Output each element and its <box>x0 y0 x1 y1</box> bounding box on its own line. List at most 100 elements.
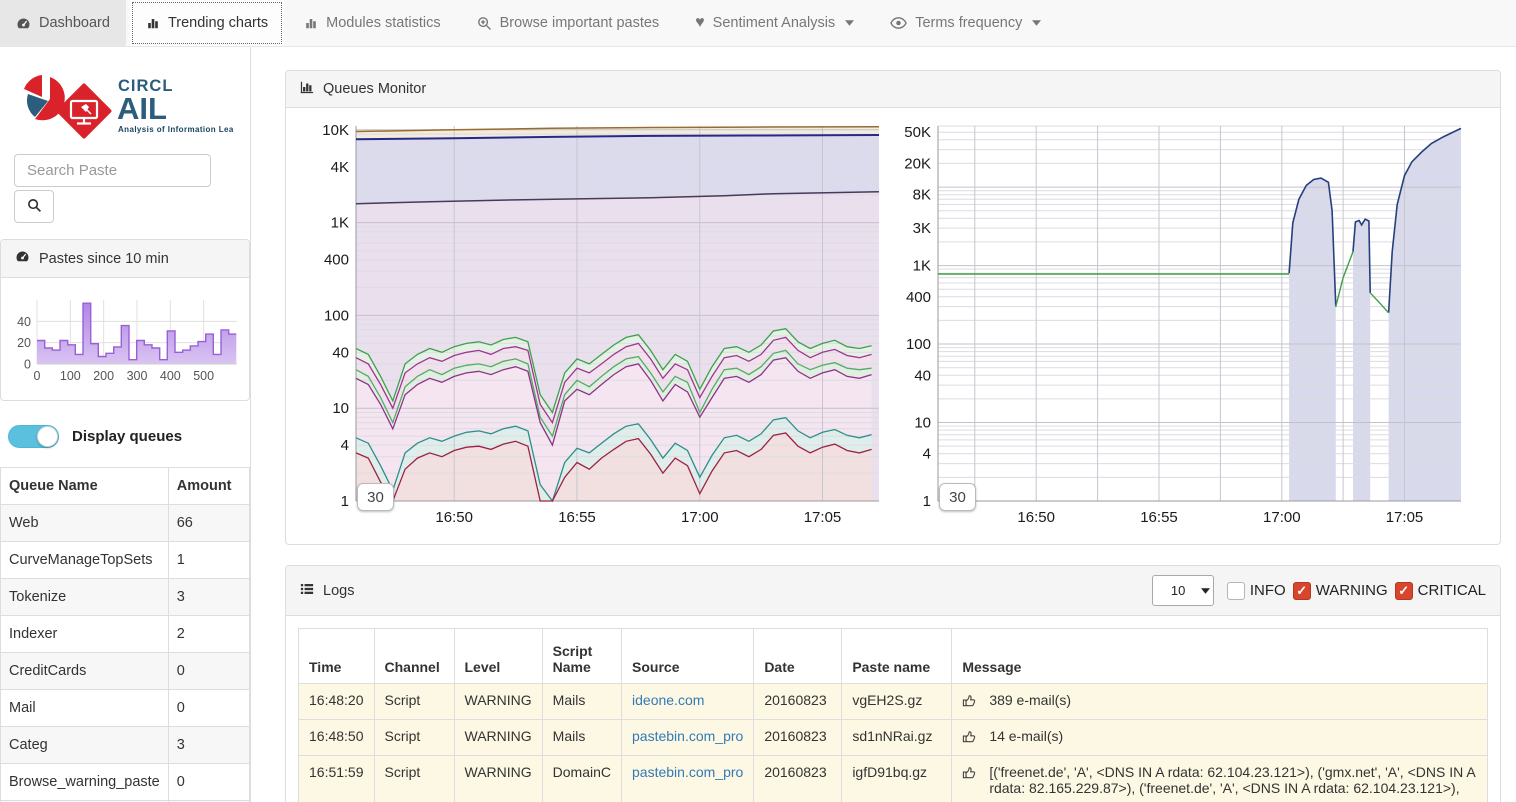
filter-critical-checkbox[interactable]: ✓ <box>1395 582 1413 600</box>
queue-name-cell: Indexer <box>1 616 169 653</box>
search-paste-input[interactable] <box>14 154 211 187</box>
svg-text:400: 400 <box>324 252 349 269</box>
circl-ail-logo: CIRCL AIL Analysis of Information Leaks <box>18 67 250 144</box>
queue-amount-cell: 2 <box>168 616 249 653</box>
main-content: Queues Monitor 10K4K1K40010040104116:501… <box>285 47 1501 802</box>
svg-text:17:05: 17:05 <box>1386 509 1424 526</box>
source-link[interactable]: ideone.com <box>632 692 704 708</box>
log-script-cell: Mails <box>542 684 621 720</box>
queues-monitor-panel: Queues Monitor 10K4K1K40010040104116:501… <box>285 70 1501 545</box>
display-queues-toggle[interactable] <box>8 425 59 448</box>
amount-header: Amount <box>168 468 249 505</box>
source-link[interactable]: pastebin.com_pro <box>632 728 743 744</box>
log-source-cell: ideone.com <box>622 684 754 720</box>
log-date-cell: 20160823 <box>754 756 842 802</box>
caret-down-icon <box>1032 20 1041 26</box>
logs-panel: Logs 10 INFO✓WARNING✓CRITICAL TimeChanne… <box>285 565 1501 802</box>
toggle-knob <box>37 426 58 447</box>
filter-info: INFO <box>1227 582 1286 600</box>
logo-subtitle-text: Analysis of Information Leaks <box>118 125 233 134</box>
nav-item-dashboard[interactable]: Dashboard <box>0 0 126 46</box>
queue-amount-cell: 3 <box>168 579 249 616</box>
logs-header-time: Time <box>299 629 375 684</box>
svg-text:4K: 4K <box>331 159 349 176</box>
logs-header-paste-name: Paste name <box>842 629 952 684</box>
top-navbar: DashboardTrending chartsModules statisti… <box>0 0 1516 47</box>
queue-amount-cell: 3 <box>168 727 249 764</box>
nav-item-trending-charts[interactable]: Trending charts <box>130 0 284 46</box>
logo-ail-text: AIL <box>117 91 167 126</box>
queue-amount-cell: 1 <box>168 542 249 579</box>
filter-critical: ✓CRITICAL <box>1395 582 1486 600</box>
thumbs-up-icon <box>962 765 977 783</box>
svg-text:17:00: 17:00 <box>681 509 719 526</box>
logs-filters: 10 INFO✓WARNING✓CRITICAL <box>1152 575 1486 606</box>
queue-table: Queue Name Amount Web66CurveManageTopSet… <box>0 467 250 802</box>
queue-row: Mail0 <box>1 690 250 727</box>
chart-zoom-badge[interactable]: 30 <box>939 483 976 511</box>
svg-text:17:00: 17:00 <box>1263 509 1301 526</box>
nav-item-terms-frequency[interactable]: Terms frequency <box>874 0 1057 46</box>
svg-text:4: 4 <box>923 446 931 463</box>
eye-icon <box>890 16 907 30</box>
nav-item-label: Sentiment Analysis <box>713 15 836 31</box>
logs-header-channel: Channel <box>374 629 454 684</box>
queue-amount-cell: 0 <box>168 690 249 727</box>
queue-name-cell: Mail <box>1 690 169 727</box>
log-time-cell: 16:51:59 <box>299 756 375 802</box>
log-time-cell: 16:48:50 <box>299 720 375 756</box>
queue-name-cell: CurveManageTopSets <box>1 542 169 579</box>
svg-text:200: 200 <box>93 369 114 383</box>
svg-text:1: 1 <box>341 493 349 510</box>
log-message-text: 389 e-mail(s) <box>989 692 1071 708</box>
log-row: 16:51:59ScriptWARNINGDomainCpastebin.com… <box>299 756 1488 802</box>
queue-name-cell: Web <box>1 505 169 542</box>
queue-row: CurveManageTopSets1 <box>1 542 250 579</box>
svg-text:100: 100 <box>324 307 349 324</box>
log-message-cell: [('freenet.de', 'A', <DNS IN A rdata: 62… <box>952 756 1488 802</box>
logs-table: TimeChannelLevelScript NameSourceDatePas… <box>298 628 1488 802</box>
log-time-cell: 16:48:20 <box>299 684 375 720</box>
svg-text:500: 500 <box>193 369 214 383</box>
search-button[interactable] <box>14 190 54 223</box>
svg-text:10: 10 <box>914 415 931 432</box>
nav-item-browse-important-pastes[interactable]: Browse important pastes <box>461 0 676 46</box>
svg-text:16:50: 16:50 <box>435 509 473 526</box>
nav-item-label: Terms frequency <box>915 15 1022 31</box>
nav-item-sentiment-analysis[interactable]: ♥Sentiment Analysis <box>679 0 870 46</box>
log-paste-cell: sd1nNRai.gz <box>842 720 952 756</box>
chart-zoom-badge[interactable]: 30 <box>357 483 394 511</box>
svg-text:1K: 1K <box>913 258 931 275</box>
log-message-cell: 389 e-mail(s) <box>952 684 1488 720</box>
queue-name-header: Queue Name <box>1 468 169 505</box>
log-paste-cell: vgEH2S.gz <box>842 684 952 720</box>
queue-name-cell: Browse_warning_paste <box>1 764 169 801</box>
queues-monitor-heading: Queues Monitor <box>286 71 1500 108</box>
ail-diamond-logo-icon <box>56 83 113 140</box>
thumbs-up-icon <box>962 693 977 711</box>
page-size-value: 10 <box>1171 583 1185 598</box>
filter-info-checkbox[interactable] <box>1227 582 1245 600</box>
log-channel-cell: Script <box>374 756 454 802</box>
svg-text:16:55: 16:55 <box>1140 509 1178 526</box>
logs-page-size-select[interactable]: 10 <box>1152 575 1214 606</box>
log-level-cell: WARNING <box>454 720 542 756</box>
nav-item-modules-statistics[interactable]: Modules statistics <box>288 0 456 46</box>
svg-text:16:50: 16:50 <box>1017 509 1055 526</box>
gauge-icon <box>16 16 31 31</box>
queue-row: Categ3 <box>1 727 250 764</box>
pastes-mini-chart: 020400100200300400500 <box>1 278 249 400</box>
gauge-icon <box>15 249 30 268</box>
queues-monitor-title: Queues Monitor <box>323 81 426 97</box>
log-row: 16:48:50ScriptWARNINGMailspastebin.com_p… <box>299 720 1488 756</box>
svg-text:0: 0 <box>34 369 41 383</box>
source-link[interactable]: pastebin.com_pro <box>632 764 743 780</box>
svg-text:40: 40 <box>17 315 31 329</box>
filter-warning-checkbox[interactable]: ✓ <box>1293 582 1311 600</box>
queue-row: Indexer2 <box>1 616 250 653</box>
svg-text:400: 400 <box>906 289 931 306</box>
list-icon <box>300 582 314 600</box>
svg-text:8K: 8K <box>913 187 931 204</box>
log-paste-cell: igfD91bq.gz <box>842 756 952 802</box>
log-script-cell: Mails <box>542 720 621 756</box>
